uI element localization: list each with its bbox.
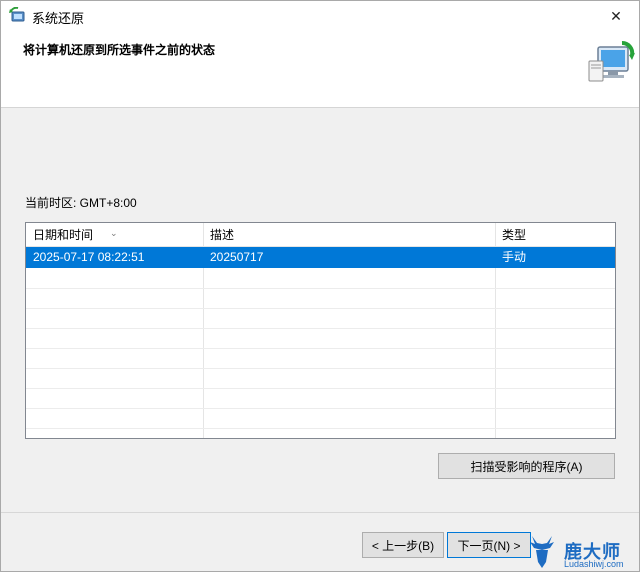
timezone-label: 当前时区: GMT+8:00 — [25, 196, 137, 210]
cell-type: 手动 — [502, 250, 527, 264]
restore-points-list[interactable]: 日期和时间 ⌄ 描述 类型 2025-07-17 08:22:51 202507… — [25, 222, 616, 439]
next-button[interactable]: 下一页(N) > — [447, 532, 531, 558]
title-bar: 系统还原 ✕ — [1, 1, 639, 31]
deer-logo-icon — [530, 536, 554, 568]
table-row[interactable]: 2025-07-17 08:22:51 20250717 手动 — [26, 247, 615, 268]
column-header-description[interactable]: 描述 — [203, 223, 495, 246]
system-restore-computer-icon — [586, 39, 636, 89]
empty-row — [26, 408, 615, 429]
scan-affected-programs-button[interactable]: 扫描受影响的程序(A) — [438, 453, 615, 479]
page-heading: 将计算机还原到所选事件之前的状态 — [23, 43, 216, 57]
close-button[interactable]: ✕ — [593, 1, 639, 31]
empty-row — [26, 368, 615, 389]
wizard-header: 将计算机还原到所选事件之前的状态 — [1, 31, 639, 108]
cell-description: 20250717 — [210, 250, 264, 264]
empty-row — [26, 268, 615, 289]
footer-divider — [1, 512, 639, 513]
empty-row — [26, 288, 615, 309]
column-header-datetime[interactable]: 日期和时间 ⌄ — [26, 223, 203, 246]
column-header-type[interactable]: 类型 — [495, 223, 615, 246]
cell-datetime: 2025-07-17 08:22:51 — [33, 250, 145, 264]
back-button[interactable]: < 上一步(B) — [362, 532, 444, 558]
watermark-url: Ludashiwj.com — [564, 559, 624, 569]
sort-chevron-icon: ⌄ — [110, 228, 118, 238]
list-header: 日期和时间 ⌄ 描述 类型 — [26, 223, 615, 247]
window-title: 系统还原 — [32, 11, 85, 26]
empty-row — [26, 348, 615, 369]
watermark-logo: 鹿大师 Ludashiwj.com — [522, 530, 640, 572]
close-icon: ✕ — [610, 7, 622, 24]
empty-row — [26, 308, 615, 329]
system-restore-icon — [9, 6, 27, 25]
empty-row — [26, 328, 615, 349]
empty-row — [26, 388, 615, 409]
system-restore-window: 系统还原 ✕ 将计算机还原到所选事件之前的状态 当前时区: GMT+8:00 日… — [0, 0, 640, 572]
